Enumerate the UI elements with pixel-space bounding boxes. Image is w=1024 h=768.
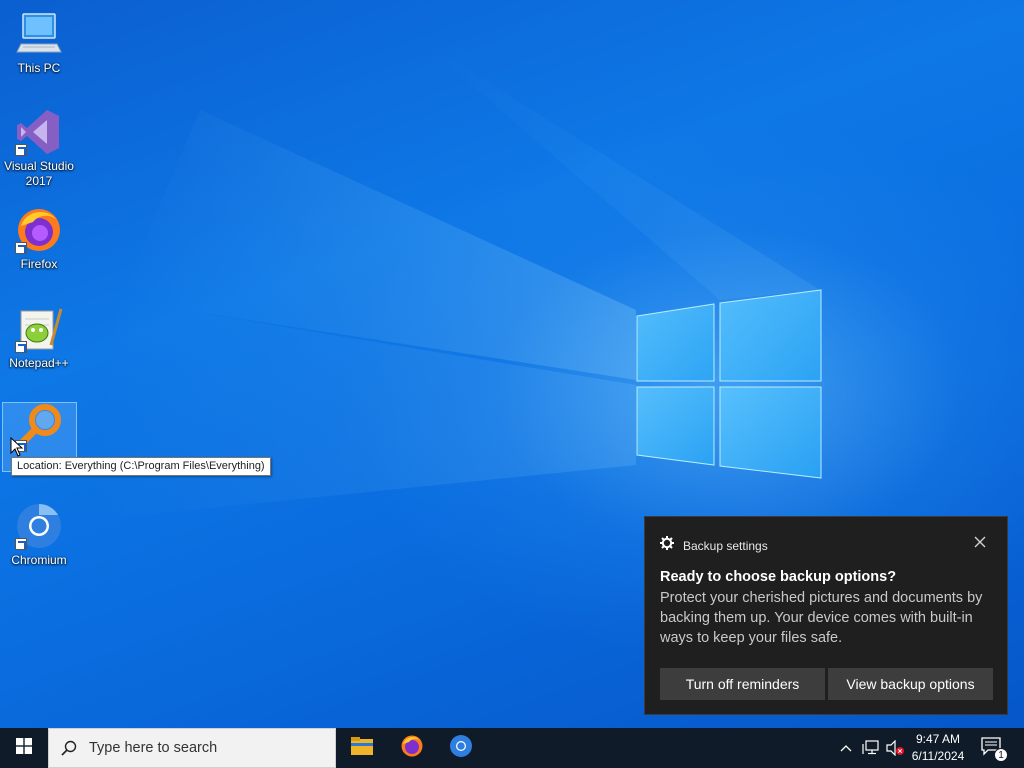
shortcut-arrow-icon: [15, 538, 27, 550]
folder-icon: [350, 736, 374, 761]
windows-logo-icon: [16, 737, 32, 759]
toast-app-name: Backup settings: [683, 538, 768, 553]
desktop-icon-this-pc[interactable]: This PC: [1, 10, 77, 76]
backup-notification-toast: Backup settings Ready to choose backup o…: [644, 516, 1008, 715]
taskbar-chromium[interactable]: [437, 728, 485, 768]
shortcut-arrow-icon: [15, 144, 27, 156]
turn-off-reminders-button[interactable]: Turn off reminders: [660, 668, 825, 700]
computer-icon: [15, 10, 63, 58]
desktop-icon-chromium[interactable]: Chromium: [1, 502, 77, 568]
close-icon[interactable]: [973, 535, 987, 549]
taskbar-file-explorer[interactable]: [338, 728, 386, 768]
shortcut-arrow-icon: [15, 341, 27, 353]
taskbar-firefox[interactable]: [388, 728, 436, 768]
desktop-icon-visual-studio[interactable]: Visual Studio 2017: [1, 108, 77, 189]
desktop-icon-label: This PC: [17, 61, 61, 75]
toast-header: Backup settings: [660, 536, 768, 555]
taskbar: Type here to search 9:47 AM 6/11/2024 1: [0, 728, 1024, 768]
chevron-up-icon[interactable]: [836, 738, 856, 758]
search-icon: [61, 740, 77, 756]
action-center-button[interactable]: 1: [980, 736, 1008, 762]
clock-time: 9:47 AM: [915, 732, 961, 746]
desktop-icon-label: Firefox: [20, 257, 58, 271]
toast-body: Protect your cherished pictures and docu…: [660, 590, 983, 646]
desktop-icon-label: Visual Studio 2017: [4, 159, 74, 188]
taskbar-clock[interactable]: 9:47 AM 6/11/2024: [902, 731, 974, 765]
firefox-icon: [400, 734, 424, 763]
network-icon[interactable]: [861, 738, 881, 758]
view-backup-options-button[interactable]: View backup options: [828, 668, 993, 700]
visual-studio-icon: [15, 108, 63, 156]
shortcut-arrow-icon: [15, 242, 27, 254]
chromium-icon: [449, 734, 473, 763]
desktop-icon-notepad-plus-plus[interactable]: Notepad++: [1, 305, 77, 371]
desktop-icon-label: Notepad++: [9, 356, 69, 370]
icon-tooltip: Location: Everything (C:\Program Files\E…: [11, 457, 271, 476]
desktop-icon-label: Chromium: [11, 553, 67, 567]
toast-title: Ready to choose backup options?: [660, 569, 897, 585]
taskbar-search-box[interactable]: Type here to search: [48, 728, 336, 768]
search-placeholder: Type here to search: [89, 740, 218, 756]
start-button[interactable]: [0, 728, 48, 768]
gear-icon: [660, 536, 674, 555]
desktop-icon-firefox[interactable]: Firefox: [1, 206, 77, 272]
mouse-cursor-icon: [10, 436, 24, 462]
notepad-plus-plus-icon: [15, 305, 63, 353]
chromium-icon: [15, 502, 63, 550]
clock-date: 6/11/2024: [911, 749, 965, 763]
notification-count-badge: 1: [994, 748, 1008, 762]
firefox-icon: [15, 206, 63, 254]
